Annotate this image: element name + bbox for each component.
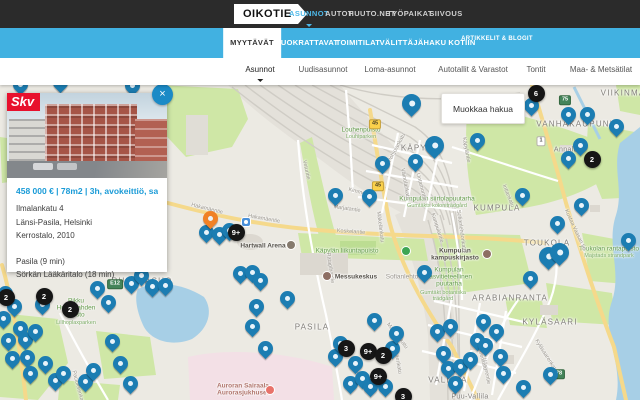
park-label: trädgård <box>433 296 454 302</box>
photo-building-left <box>9 119 45 161</box>
district-label: VIIKINMÄKI <box>601 89 640 98</box>
route-badge: 45 <box>369 119 381 129</box>
photo-car <box>33 163 53 170</box>
tab-artikkelit-blogit[interactable]: ARTIKKELIT & BLOGIT <box>454 24 540 54</box>
subnav-item-tontit[interactable]: Tontit <box>526 58 545 85</box>
subnav-item-asunnot[interactable]: Asunnot <box>245 58 274 85</box>
district-label: ARABIANRANTA <box>472 294 548 303</box>
park-label: puutarha <box>436 281 462 288</box>
listing-photo[interactable]: Skv <box>7 93 167 178</box>
district-label: Puu-Vallila <box>451 394 488 400</box>
subnav-item-loma-asunnot[interactable]: Loma-asunnot <box>364 58 415 85</box>
listing-type-year: Kerrostalo, 2010 <box>16 229 158 243</box>
subnav-item-autotallit-varastot[interactable]: Autotallit & Varastot <box>438 58 508 85</box>
park-label: Kumpulan <box>434 267 463 274</box>
subnav-item-uudisasunnot[interactable]: Uudisasunnot <box>299 58 348 85</box>
oikotie-map-search-page: OIKOTIE ASUNNOTAUTOTHUUTO.NETTYÖPAIKATSI… <box>0 0 640 400</box>
photo-road <box>7 161 167 178</box>
cluster-marker[interactable]: 9+ <box>228 224 245 241</box>
cluster-marker[interactable]: 2 <box>62 301 79 318</box>
photo-car <box>57 163 77 170</box>
sports-park-icon <box>402 247 410 255</box>
close-icon[interactable]: × <box>152 85 173 105</box>
hospital-icon <box>266 386 274 394</box>
listing-transit-2: Sörkän Lääkäritalo (18 min) <box>16 268 158 282</box>
cluster-marker[interactable]: 2 <box>584 151 601 168</box>
cluster-marker[interactable]: 3 <box>395 388 412 400</box>
listing-address: Ilmalankatu 4 <box>16 202 158 216</box>
cluster-marker[interactable]: 9+ <box>370 368 387 385</box>
listing-details: 458 000 € | 78m2 | 3h, avokeittiö, sau..… <box>7 178 167 282</box>
cluster-marker[interactable]: 2 <box>0 289 15 306</box>
route-badge: 75 <box>559 95 571 105</box>
cluster-marker[interactable]: 2 <box>375 347 392 364</box>
cluster-marker[interactable]: 6 <box>528 85 545 102</box>
district-label: KYLÄSAARI <box>522 318 577 327</box>
top-navigation-bar: OIKOTIE ASUNNOTAUTOTHUUTO.NETTYÖPAIKATSI… <box>0 0 640 28</box>
transit-station-icon <box>242 218 250 226</box>
edit-search-button[interactable]: Muokkaa hakua <box>441 93 525 124</box>
park-label: Majstads strandpark <box>584 253 634 259</box>
district-label: VANHAKAUPUNKI <box>536 120 619 129</box>
active-caret-icon <box>306 24 312 27</box>
subnav-item-maa-mets-tilat[interactable]: Maa- & Metsätilat <box>570 58 632 85</box>
listing-area: Länsi-Pasila, Helsinki <box>16 216 158 230</box>
category-tab-bar: MYYTÄVÄTVUOKRATTAVATTOIMITILATVÄLITTÄJÄH… <box>0 28 640 58</box>
poi-label: Aurorasjukhuset <box>217 390 269 397</box>
agency-logo: Skv <box>7 93 40 111</box>
topnav-item-ty-paikat[interactable]: TYÖPAIKAT <box>387 0 433 28</box>
expo-center-icon <box>323 272 331 280</box>
route-badge: 1 <box>536 136 545 146</box>
poi-label: Hartwall Arena <box>240 243 285 250</box>
map-canvas[interactable]: KÄPYLÄVANHAKAUPUNKIVIIKINMÄKIKUMPULATOUK… <box>0 85 640 400</box>
park-label: kasvitieteellinen <box>426 274 472 281</box>
arena-icon <box>287 241 295 249</box>
cluster-marker[interactable]: 3 <box>338 340 355 357</box>
photo-building <box>45 104 137 164</box>
library-icon <box>483 250 491 258</box>
district-label: PASILA <box>295 323 330 332</box>
poi-label: Auroran Sairaala <box>217 383 269 390</box>
cluster-marker[interactable]: 2 <box>36 288 53 305</box>
photo-building-right <box>135 119 167 165</box>
topnav-item-asunnot[interactable]: ASUNNOT <box>289 0 329 28</box>
sub-navigation-bar: Asunnot Uudisasunnot Loma-asunnot Autotalli… <box>0 58 640 85</box>
poi-label: Messukeskus <box>335 274 377 281</box>
listing-title-link[interactable]: 458 000 € | 78m2 | 3h, avokeittiö, sau..… <box>16 186 158 196</box>
park-label: Louhiparken <box>346 134 376 140</box>
park-label: Lillhoplaxparken <box>56 320 96 326</box>
poi-label: Sofianlehto <box>386 274 419 281</box>
poi-label: kampuskirjasto <box>431 255 479 262</box>
cluster-marker[interactable]: 9+ <box>360 343 377 360</box>
listing-card: Skv × 458 000 € | 78m2 | 3h, avokeittiö,… <box>7 93 167 272</box>
topnav-item-siivous[interactable]: SIIVOUS <box>429 0 462 28</box>
park-label: Gumtäkts koloniträdgård <box>407 203 467 209</box>
active-caret-icon <box>257 79 263 82</box>
listing-transit-1: Pasila (9 min) <box>16 255 158 269</box>
